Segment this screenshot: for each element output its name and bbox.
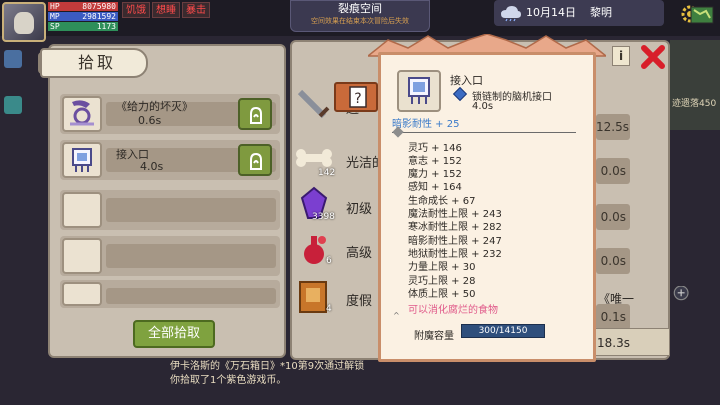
pickup-row[interactable]: 接入口 4.0s [60,140,280,180]
row-time: 0.0s [596,158,630,184]
buff-critical[interactable]: 暴击 [182,2,210,18]
item-count: 142 [318,168,336,178]
empty-slot [62,282,102,306]
stat-line: 意志 + 152 [408,156,462,167]
divider [392,132,576,133]
row-time: 12.5s [596,114,630,140]
pickup-row-bar [106,198,276,222]
item-name: 《给力的坏灭》 [116,100,193,113]
buff-hungry[interactable]: 饥饿 [122,2,150,18]
empty-slot [62,192,102,228]
pickup-row-bar [106,244,276,268]
rift-banner: 裂痕空间 空间效果在结束本次冒险后失效 [290,0,430,32]
item-time: 4.0s [140,160,164,173]
info-button[interactable]: i [612,46,630,66]
date-text: 10月14日 [526,6,576,19]
tooltip-item-time: 4.0s [472,101,494,112]
hp-label: HP [50,2,60,11]
dagger-icon [297,89,330,119]
pick-all-button[interactable]: 全部拾取 [133,320,215,348]
brain-interface-icon [72,148,92,172]
tooltip-item-name: 接入口 [450,74,483,87]
stat-line: 暗影耐性上限 + 247 [408,236,502,247]
stat-line: 体质上限 + 50 [408,289,476,300]
weather-cloud-icon [501,6,521,22]
close-icon[interactable] [640,44,666,70]
stat-line: 灵巧上限 + 28 [408,276,476,287]
item-count: 4 [326,304,332,314]
pickup-button[interactable] [238,144,272,176]
grab-hand-icon [250,106,262,124]
item-count: 3398 [312,212,335,222]
grab-hand-icon [250,152,262,170]
game-log: 伊卡洛斯的《万石箱日》*10第9次通过解锁 你拾取了1个紫色游戏币。 [170,360,470,400]
svg-text:?: ? [354,91,361,107]
clock-bar: 10月14日 黎明 [494,0,664,26]
pickup-button[interactable] [238,98,272,130]
hp-bar: HP 8075980 [48,2,118,11]
collapse-caret-icon[interactable]: ^ [393,311,400,320]
rift-title: 裂痕空间 [338,2,382,15]
stat-line: 魔法耐性上限 + 243 [408,209,502,220]
pickup-row[interactable]: 《给力的坏灭》 0.6s [60,94,280,134]
stat-line: 灵巧 + 146 [408,143,462,154]
buff-sleepy[interactable]: 想睡 [152,2,180,18]
empty-pickup-row [60,190,280,230]
map-location-label: 迹遗落450 [672,99,717,109]
item-name: 度假 [346,294,373,309]
stat-line: 寒冰耐性上限 + 282 [408,222,502,233]
sp-bar: SP 1173 [48,22,118,31]
item-slot[interactable] [62,142,102,178]
sp-label: SP [50,22,60,31]
special-effect-note: 可以消化腐烂的食物 [408,305,498,316]
stat-line: 魔力 + 152 [408,169,462,180]
enchant-capacity-label: 附魔容量 [414,331,454,342]
time-of-day-text: 黎明 [590,6,612,19]
map-icon[interactable] [690,6,714,24]
hp-value: 8075980 [82,2,116,11]
item-name: 高级 [346,246,373,261]
stat-line: 生命成长 + 67 [408,196,476,207]
empty-pickup-row [60,280,280,308]
share-icon[interactable] [640,286,720,326]
side-shortcut-button[interactable] [4,96,22,114]
player-avatar[interactable] [2,2,46,42]
item-time: 0.6s [138,114,162,127]
item-name: 初级 [346,202,373,217]
mp-bar: MP 2981592 [48,12,118,21]
sp-value: 1173 [96,22,116,31]
unknown-item-badge[interactable]: ? [334,82,378,112]
pickup-row-bar [106,288,276,304]
item-slot[interactable] [62,96,102,132]
pickup-tab-label: 拾取 [78,53,117,72]
chain-scroll-icon [70,100,94,126]
row-time: 0.0s [596,248,630,274]
shadow-resist-stat: 暗影耐性 + 25 [392,119,460,130]
empty-slot [62,238,102,274]
brain-interface-icon [408,77,430,104]
log-line: 伊卡洛斯的《万石箱日》*10第9次通过解锁 [170,361,365,372]
tooltip-item-slot [397,70,441,112]
question-bag-icon: ? [349,86,367,108]
item-count: 6 [326,256,332,266]
empty-pickup-row [60,236,280,276]
mp-value: 2981592 [82,12,116,21]
log-line: 你拾取了1个紫色游戏币。 [170,375,287,386]
row-time: 0.1s [596,304,630,330]
stat-line: 感知 + 164 [408,182,462,193]
stat-line: 力量上限 + 30 [408,262,476,273]
side-shortcut-button[interactable] [4,50,22,68]
mp-label: MP [50,12,60,21]
item-slot[interactable] [294,86,334,126]
row-time: 0.0s [596,204,630,230]
stat-line: 地狱耐性上限 + 232 [408,249,502,260]
enchant-capacity-bar: 300/14150 [461,324,545,338]
timer-box: 18.3s [590,328,670,356]
rift-subtitle: 空间效果在结束本次冒险后失效 [311,17,409,25]
world-map-fragment [670,40,720,130]
